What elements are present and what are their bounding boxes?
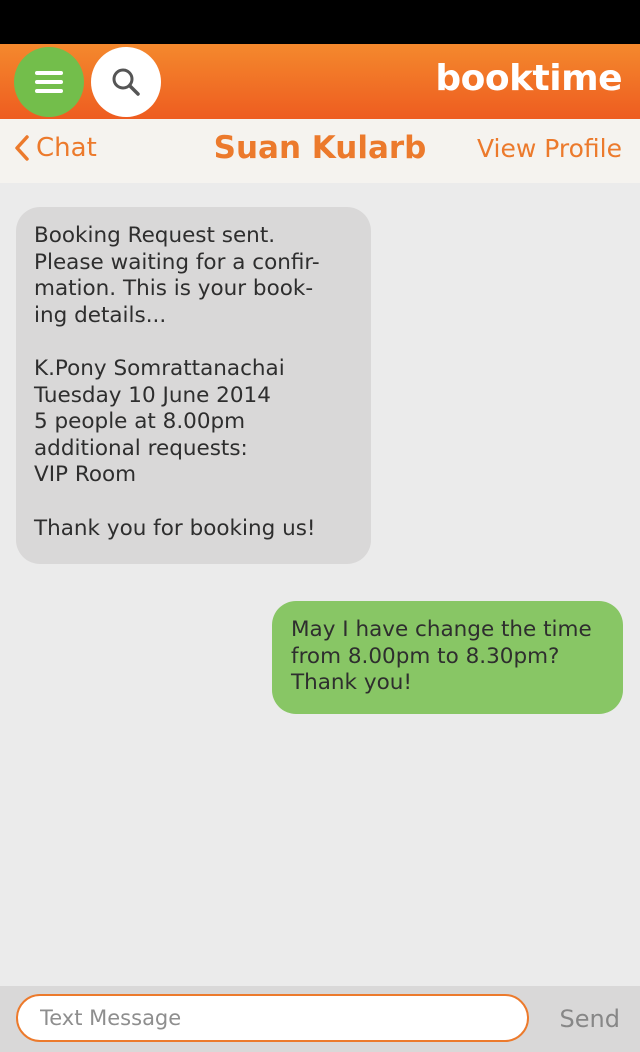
sent-message-bubble: May I have change the time from 8.00pm t… <box>272 601 623 714</box>
app-header: booktime <box>0 44 640 119</box>
message-composer: Send <box>0 986 640 1052</box>
text-message-input[interactable] <box>16 994 529 1042</box>
app-logo: booktime <box>435 58 622 99</box>
menu-button[interactable] <box>14 47 84 117</box>
search-button[interactable] <box>91 47 161 117</box>
hamburger-menu-icon <box>35 66 63 98</box>
view-profile-link[interactable]: View Profile <box>477 134 622 163</box>
send-button[interactable]: Send <box>560 1005 620 1033</box>
conversation-header: Chat Suan Kularb View Profile <box>0 119 640 183</box>
received-message-bubble: Booking Request sent. Please waiting for… <box>16 207 371 564</box>
search-icon <box>112 68 140 96</box>
status-bar <box>0 0 640 44</box>
